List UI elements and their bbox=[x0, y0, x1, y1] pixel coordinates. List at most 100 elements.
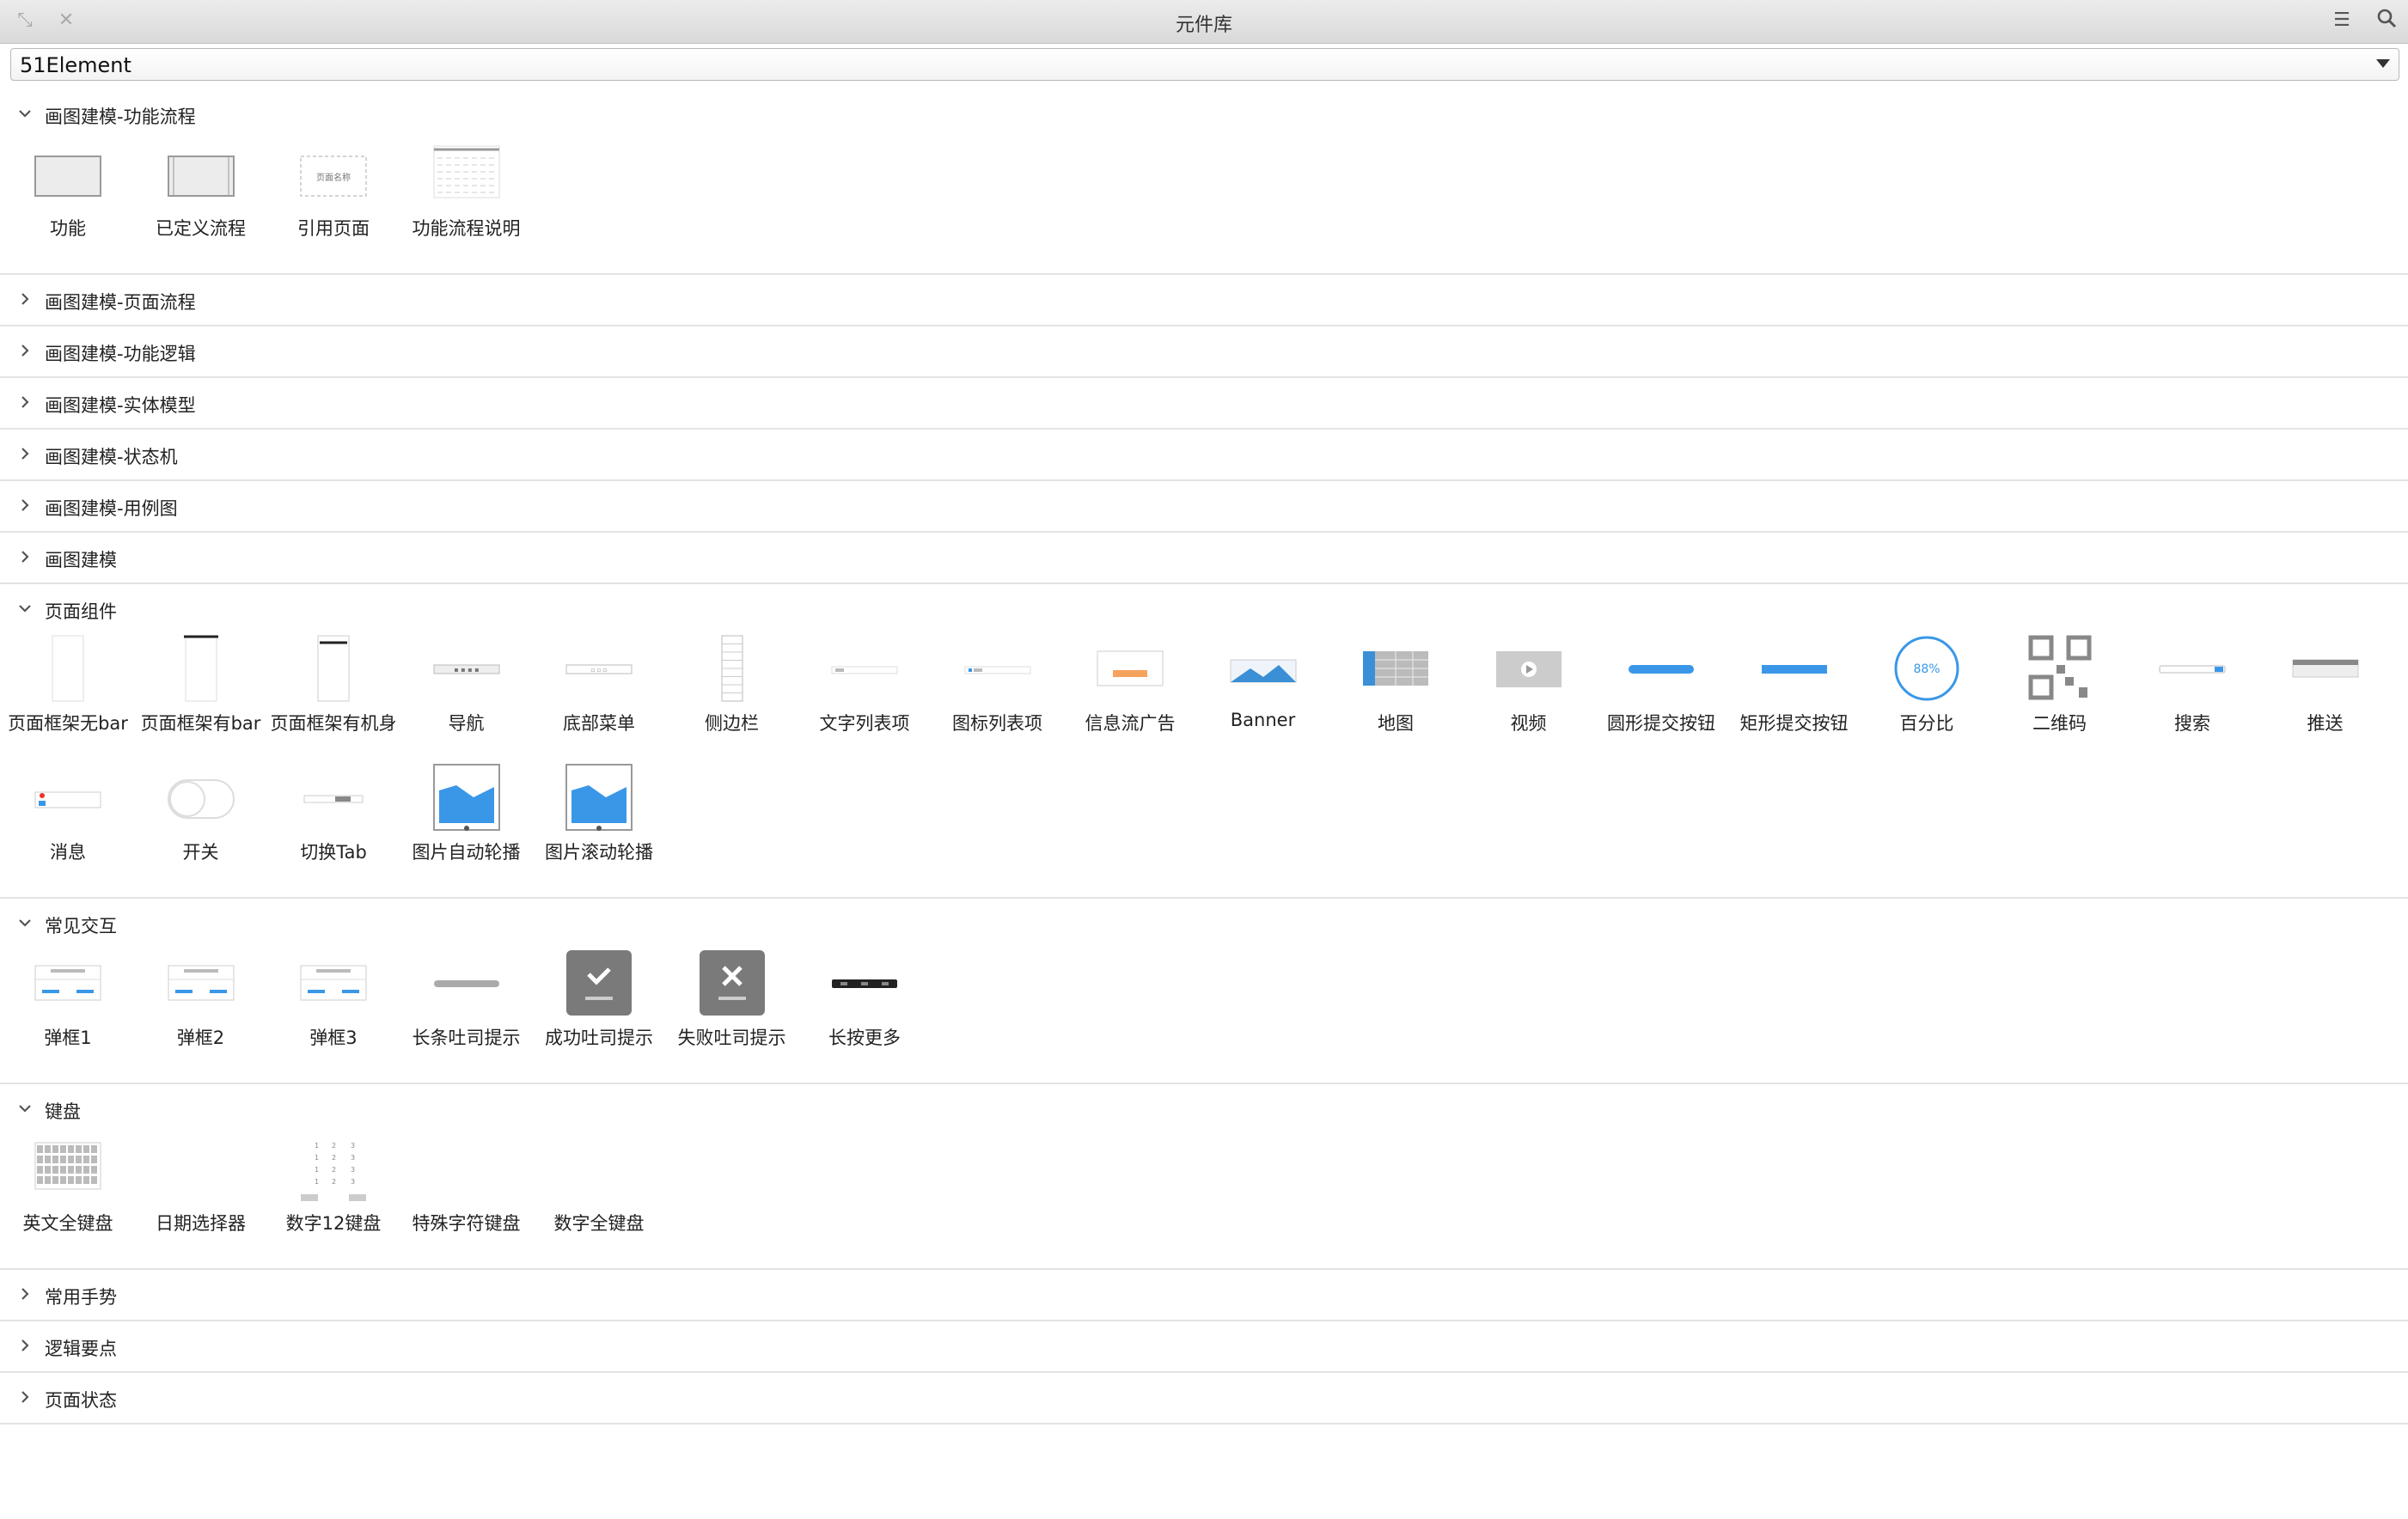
library-item[interactable]: 信息流广告 bbox=[1064, 634, 1196, 746]
section-header[interactable]: 常见交互 bbox=[0, 899, 2408, 949]
section-title: 画图建模-功能逻辑 bbox=[45, 344, 196, 364]
section-header[interactable]: 逻辑要点 bbox=[0, 1321, 2408, 1371]
section-header[interactable]: 画图建模 bbox=[0, 533, 2408, 583]
library-item[interactable]: 日期选择器 bbox=[135, 1134, 267, 1246]
library-item[interactable]: 页面框架有机身 bbox=[267, 634, 400, 746]
library-item[interactable]: Banner bbox=[1197, 634, 1329, 746]
library-item[interactable]: 特殊字符键盘 bbox=[400, 1134, 533, 1246]
section-header[interactable]: 常用手势 bbox=[0, 1270, 2408, 1320]
chevron-right-icon[interactable] bbox=[17, 1338, 33, 1353]
library-item-label: 页面框架无bar bbox=[8, 713, 128, 734]
section-title: 画图建模-功能流程 bbox=[45, 107, 196, 127]
chevron-down-icon[interactable] bbox=[17, 1101, 33, 1116]
section-title: 页面状态 bbox=[45, 1390, 117, 1411]
library-item[interactable]: ▪ ▪ ▪ ▪ 导航 bbox=[400, 634, 533, 746]
library-item[interactable]: 页面框架有bar bbox=[135, 634, 267, 746]
chevron-right-icon[interactable] bbox=[17, 1389, 33, 1405]
library-item[interactable]: 长条吐司提示 bbox=[400, 949, 533, 1060]
chevron-down-icon[interactable] bbox=[17, 601, 33, 616]
library-item[interactable]: ▫ ▫ ▫ 底部菜单 bbox=[533, 634, 665, 746]
section-header[interactable]: 画图建模-功能流程 bbox=[0, 89, 2408, 139]
library-item[interactable]: 二维码 bbox=[1994, 634, 2126, 746]
library-item[interactable]: 已定义流程 bbox=[135, 139, 267, 251]
chevron-down-icon[interactable] bbox=[17, 915, 33, 930]
section-header[interactable]: 画图建模-功能逻辑 bbox=[0, 326, 2408, 376]
date-picker-icon bbox=[150, 1134, 253, 1203]
numpad-icon: 1 2 3 1 2 3 1 2 3 1 2 3 bbox=[301, 1142, 366, 1201]
library-item[interactable]: 开关 bbox=[135, 763, 267, 875]
library-item[interactable]: 图片滚动轮播 bbox=[533, 763, 665, 875]
section-title: 画图建模-实体模型 bbox=[45, 395, 196, 416]
section-header[interactable]: 页面组件 bbox=[0, 584, 2408, 634]
library-item-label: 图标列表项 bbox=[952, 713, 1042, 734]
svg-text:1: 1 bbox=[315, 1154, 319, 1162]
section-header[interactable]: 画图建模-实体模型 bbox=[0, 378, 2408, 428]
chevron-right-icon[interactable] bbox=[17, 497, 33, 513]
library-item[interactable]: 切换Tab bbox=[267, 763, 400, 875]
search-icon[interactable] bbox=[2374, 8, 2399, 34]
section-header[interactable]: 页面状态 bbox=[0, 1373, 2408, 1423]
library-item-label: 页面框架有bar bbox=[140, 713, 261, 734]
section-1: 画图建模-页面流程 bbox=[0, 275, 2408, 326]
library-item[interactable]: 消息 bbox=[2, 763, 134, 875]
library-item[interactable]: 搜索 bbox=[2126, 634, 2258, 746]
chevron-right-icon[interactable] bbox=[17, 446, 33, 461]
percent-icon: 88% bbox=[1894, 636, 1959, 701]
image-scroll-icon bbox=[565, 764, 633, 831]
library-item[interactable]: 地图 bbox=[1329, 634, 1462, 746]
keyboard-icon bbox=[34, 1142, 101, 1190]
svg-text:▫ ▫ ▫: ▫ ▫ ▫ bbox=[591, 667, 608, 674]
library-item[interactable]: 图片自动轮播 bbox=[400, 763, 533, 875]
library-item[interactable]: 图标列表项 bbox=[932, 634, 1064, 746]
chevron-right-icon[interactable] bbox=[17, 394, 33, 410]
library-item-label: 失败吐司提示 bbox=[677, 1028, 786, 1048]
library-item[interactable]: 侧边栏 bbox=[666, 634, 798, 746]
library-item-label: 切换Tab bbox=[300, 842, 367, 863]
section-header[interactable]: 键盘 bbox=[0, 1084, 2408, 1134]
svg-text:2: 2 bbox=[332, 1142, 336, 1150]
round-submit-icon bbox=[1629, 665, 1694, 674]
section-title: 常用手势 bbox=[45, 1287, 117, 1308]
library-item[interactable]: 88% 百分比 bbox=[1861, 634, 1993, 746]
library-item-label: 页面框架有机身 bbox=[270, 713, 397, 734]
library-item[interactable]: 页面名称 引用页面 bbox=[267, 139, 400, 251]
library-item[interactable]: 文字列表项 bbox=[798, 634, 931, 746]
chevron-right-icon[interactable] bbox=[17, 1286, 33, 1302]
library-item[interactable]: 视频 bbox=[1463, 634, 1595, 746]
library-item[interactable]: 弹框3 bbox=[267, 949, 400, 1060]
library-item[interactable]: 成功吐司提示 bbox=[533, 949, 665, 1060]
library-item[interactable]: 弹框1 bbox=[2, 949, 134, 1060]
library-item[interactable]: 长按更多 bbox=[798, 949, 931, 1060]
section-header[interactable]: 画图建模-页面流程 bbox=[0, 275, 2408, 325]
library-item[interactable]: 失败吐司提示 bbox=[666, 949, 798, 1060]
library-item[interactable]: 圆形提交按钮 bbox=[1595, 634, 1727, 746]
chevron-down-icon[interactable] bbox=[17, 106, 33, 121]
chevron-right-icon[interactable] bbox=[17, 291, 33, 307]
library-item[interactable]: 页面框架无bar bbox=[2, 634, 134, 746]
qrcode-icon bbox=[2028, 635, 2091, 700]
library-item-label: 圆形提交按钮 bbox=[1607, 713, 1715, 734]
library-item-label: 英文全键盘 bbox=[22, 1213, 113, 1234]
library-item-label: 数字12键盘 bbox=[285, 1213, 382, 1234]
success-toast-icon bbox=[566, 950, 632, 1016]
section-header[interactable]: 画图建模-用例图 bbox=[0, 481, 2408, 531]
library-item-label: 搜索 bbox=[2174, 713, 2210, 734]
library-item[interactable]: 功能流程说明 bbox=[400, 139, 533, 251]
library-select[interactable]: 51Element bbox=[10, 48, 2399, 81]
section-header[interactable]: 画图建模-状态机 bbox=[0, 430, 2408, 479]
chevron-right-icon[interactable] bbox=[17, 343, 33, 358]
svg-text:3: 3 bbox=[351, 1178, 355, 1186]
library-item-label: 弹框3 bbox=[309, 1028, 358, 1048]
toggle-icon bbox=[167, 779, 235, 819]
library-item[interactable]: 1 2 3 1 2 3 1 2 3 1 2 3 数字12键盘 bbox=[267, 1134, 400, 1246]
library-item[interactable]: 数字全键盘 bbox=[533, 1134, 665, 1246]
library-item[interactable]: 推送 bbox=[2259, 634, 2392, 746]
menu-icon[interactable]: ☰ bbox=[2329, 8, 2355, 34]
library-item-label: 地图 bbox=[1378, 713, 1414, 734]
library-item[interactable]: 矩形提交按钮 bbox=[1728, 634, 1861, 746]
library-item[interactable]: 英文全键盘 bbox=[2, 1134, 134, 1246]
chevron-right-icon[interactable] bbox=[17, 549, 33, 564]
library-item[interactable]: 功能 bbox=[2, 139, 134, 251]
library-item[interactable]: 弹框2 bbox=[135, 949, 267, 1060]
long-press-icon bbox=[832, 979, 897, 988]
